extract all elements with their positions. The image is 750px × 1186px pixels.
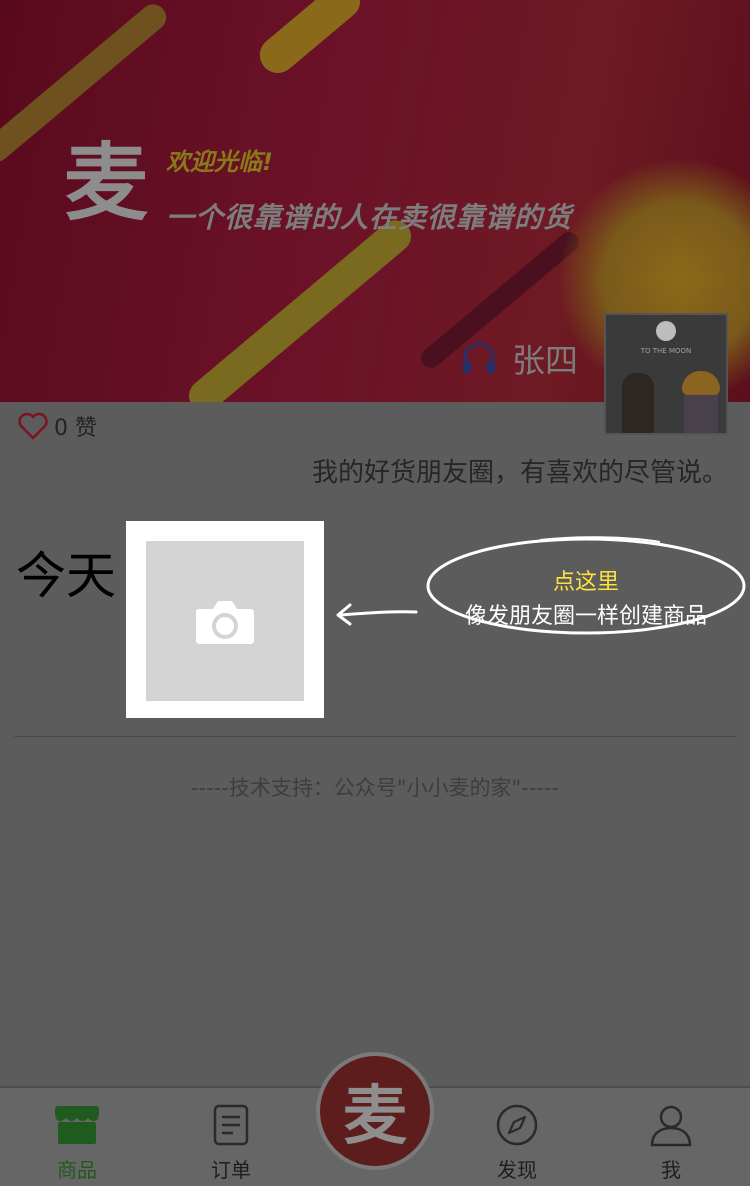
author-info: 张四 [460,336,578,380]
center-logo-button[interactable]: 麦 [316,1052,434,1170]
heart-icon [18,412,48,440]
store-icon [54,1102,100,1148]
hint-text: 像发朋友圈一样创建商品 [464,604,707,629]
welcome-text: 欢迎光临! [166,148,273,176]
tab-label: 订单 [211,1158,251,1182]
tab-label: 商品 [57,1158,97,1182]
tab-me[interactable]: 我 [616,1088,726,1186]
center-logo-char: 麦 [343,1079,407,1154]
like-count: 0 赞 [54,416,97,441]
tagline-text: 一个很靠谱的人在卖很靠谱的货 [166,201,573,234]
banner-logo: 麦 [64,133,149,232]
avatar-caption: TO THE MOON [640,347,692,355]
like-button[interactable]: 0 赞 [18,410,97,442]
photo-placeholder [146,541,304,701]
tab-products[interactable]: 商品 [22,1088,132,1186]
profile-avatar[interactable]: TO THE MOON [604,313,728,435]
pointer-arrow-icon [336,603,418,626]
author-name: 张四 [512,341,578,380]
headphones-icon [463,342,495,373]
tab-label: 我 [661,1158,681,1182]
moon-image [656,321,676,341]
profile-intro: 我的好货朋友圈，有喜欢的尽管说。 [311,458,728,488]
add-product-button[interactable] [126,521,324,718]
banner-stripe [252,0,368,81]
order-icon [208,1102,254,1148]
tech-support-text: -----技术支持：公众号"小小麦的家"----- [190,776,560,800]
hint-title: 点这里 [552,570,619,595]
today-label: 今天 [16,547,116,605]
hint-bubble: 点这里 像发朋友圈一样创建商品 [424,534,748,636]
tab-discover[interactable]: 发现 [462,1088,572,1186]
compass-icon [494,1102,540,1148]
avatar-figure-hair [682,371,720,395]
avatar-figure [622,373,654,433]
banner-stripe [182,213,418,402]
tab-label: 发现 [497,1158,537,1182]
camera-icon [196,601,254,644]
user-icon [648,1102,694,1148]
divider [14,736,736,737]
tab-orders[interactable]: 订单 [176,1088,286,1186]
